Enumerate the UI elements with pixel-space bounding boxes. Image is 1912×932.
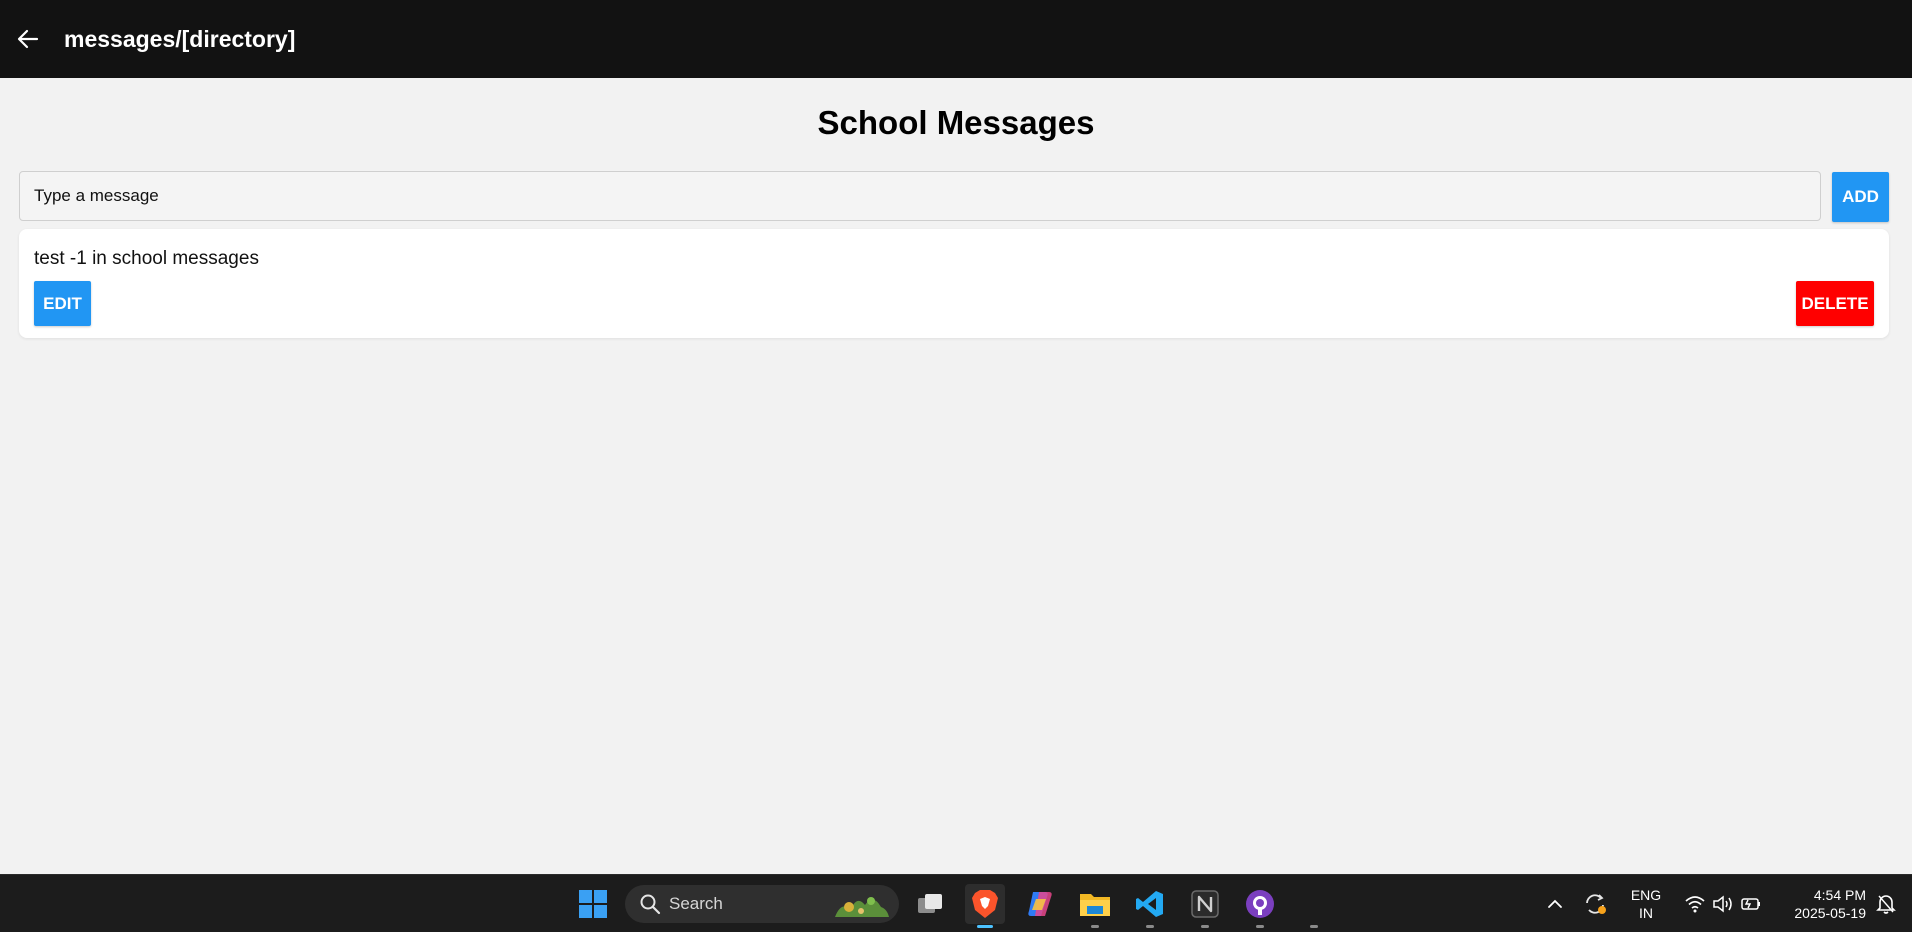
language-indicator[interactable]: ENG IN [1618, 886, 1674, 922]
open-app-indicator [1146, 925, 1154, 928]
taskbar-app-brave[interactable] [965, 884, 1005, 928]
open-app-indicator [1091, 925, 1099, 928]
add-button[interactable]: ADD [1832, 172, 1889, 222]
language-code: ENG [1630, 887, 1662, 903]
search-icon [640, 894, 661, 915]
language-region: IN [1639, 905, 1653, 921]
show-hidden-icons-button[interactable] [1537, 884, 1573, 924]
sync-icon [1586, 894, 1606, 914]
github-desktop-icon [1246, 890, 1274, 918]
edit-button[interactable]: EDIT [34, 281, 91, 326]
message-card: test -1 in school messages EDIT DELETE [19, 229, 1889, 338]
clock[interactable]: 4:54 PM 2025-05-19 [1770, 886, 1866, 922]
task-view-icon [918, 894, 942, 913]
brave-browser-icon [972, 890, 998, 918]
vscode-icon [1136, 891, 1163, 917]
taskbar-app-copilot[interactable] [1020, 884, 1060, 924]
app-header: messages/[directory] [0, 0, 1912, 78]
open-app-indicator [1310, 925, 1318, 928]
delete-button[interactable]: DELETE [1796, 281, 1874, 326]
chevron-up-icon [1548, 899, 1562, 908]
wifi-icon [1685, 896, 1705, 913]
message-text: test -1 in school messages [34, 248, 259, 269]
arrow-left-icon [17, 29, 39, 49]
open-app-indicator [1201, 925, 1209, 928]
main-content: School Messages ADD test -1 in school me… [0, 78, 1912, 874]
quick-settings-button[interactable] [1680, 884, 1766, 924]
volume-icon [1713, 895, 1732, 913]
taskbar-app-github-desktop[interactable] [1240, 884, 1280, 928]
active-app-indicator [977, 925, 993, 928]
tray-sync-button[interactable] [1577, 884, 1613, 924]
notification-bell-icon [1876, 895, 1896, 914]
header-title: messages/[directory] [64, 25, 296, 52]
clock-date: 2025-05-19 [1794, 905, 1866, 921]
windows-taskbar: Search ENG IN 4:54 PM 2025-05-19 [0, 874, 1912, 932]
copilot-icon [1028, 892, 1052, 916]
message-input[interactable] [19, 171, 1821, 221]
open-app-indicator [1256, 925, 1264, 928]
page-title: School Messages [817, 104, 1095, 141]
message-composer: ADD [19, 171, 1889, 222]
notion-icon [1191, 890, 1219, 918]
taskbar-search[interactable]: Search [625, 885, 899, 923]
file-explorer-icon [1080, 894, 1110, 916]
search-highlight-icon [835, 897, 889, 917]
taskbar-app-notion[interactable] [1185, 884, 1225, 928]
battery-icon [1741, 898, 1760, 910]
notifications-button[interactable] [1868, 884, 1904, 924]
start-icon [579, 890, 607, 918]
task-view-button[interactable] [910, 884, 950, 924]
back-button[interactable] [0, 0, 56, 78]
search-label: Search [669, 894, 723, 913]
start-button[interactable] [573, 884, 613, 924]
taskbar-app-file-explorer[interactable] [1075, 884, 1115, 928]
clock-time: 4:54 PM [1813, 887, 1866, 903]
taskbar-app-vscode[interactable] [1130, 884, 1170, 928]
